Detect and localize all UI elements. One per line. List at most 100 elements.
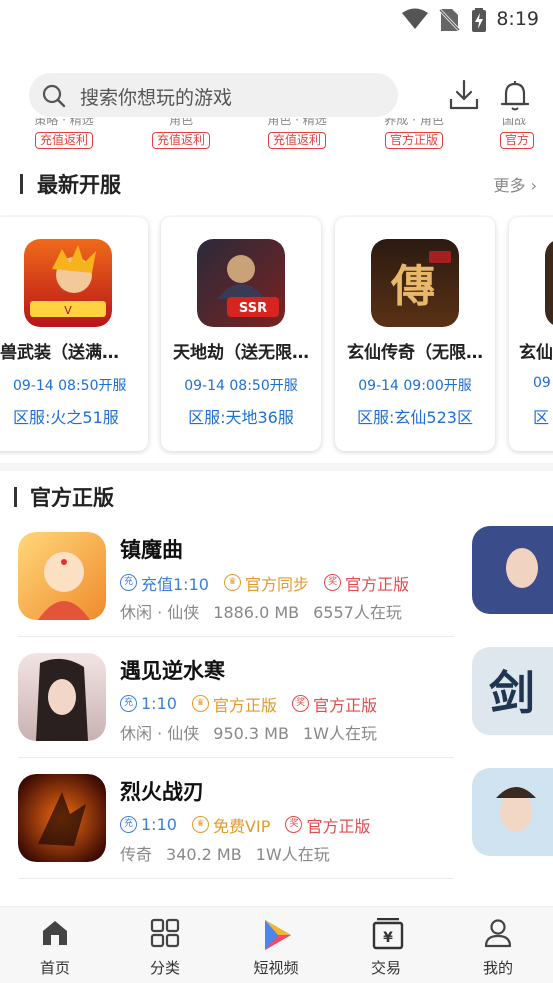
svg-text:傳: 傳	[390, 261, 435, 312]
crown-icon: ♛	[224, 574, 242, 591]
tab-profile[interactable]: 我的	[443, 907, 553, 983]
download-icon[interactable]	[446, 77, 482, 113]
game-tags: 充 1:10 ♛ 免费VIP 奖官方正版	[120, 811, 380, 837]
svg-text:SSR: SSR	[239, 301, 267, 316]
section-marker	[20, 174, 23, 194]
promo-tag: 充值返利	[34, 132, 93, 149]
game-row[interactable]: 遇见逆水寒 充 1:10 ♛ 官方正版 奖官方正版 休闲 · 仙侠 950.3 MB 1…	[0, 647, 460, 768]
game-icon-peek[interactable]: 剑	[472, 647, 553, 735]
game-row[interactable]: 镇魔曲 充充值1:10 ♛ 官方同步 奖官方正版 休闲 · 仙侠 1886.0 MB…	[0, 526, 460, 647]
game-title: 烈火战刃	[120, 780, 204, 804]
tab-label: 首页	[39, 959, 70, 977]
official-tag: 奖官方正版	[285, 813, 370, 837]
server-name: 区	[533, 408, 550, 427]
game-meta: 休闲 · 仙侠 1886.0 MB 6557人在玩	[120, 599, 416, 623]
game-icon-legend: 傳	[371, 239, 459, 327]
game-tags: 充 1:10 ♛ 官方正版 奖官方正版	[120, 690, 387, 716]
card-title: 天地劫（送无限…	[173, 343, 309, 363]
section-title: 最新开服	[37, 173, 121, 197]
open-time: 09-14 08:50开服	[13, 378, 127, 394]
game-icon-tiandi: SSR	[197, 239, 285, 327]
crown-icon: ♛	[192, 816, 210, 833]
game-icon-zhenmoqu	[18, 532, 106, 620]
game-icon-peek[interactable]	[472, 526, 553, 614]
search-input[interactable]: 搜索你想玩的游戏	[29, 73, 398, 117]
recharge-icon: 充	[120, 695, 137, 712]
game-meta: 休闲 · 仙侠 950.3 MB 1W人在玩	[120, 720, 391, 744]
open-time: 09	[533, 375, 551, 391]
game-icon-peek[interactable]	[472, 768, 553, 856]
svg-text:V: V	[64, 304, 72, 317]
tab-label: 短视频	[253, 959, 299, 977]
tab-category[interactable]: 分类	[110, 907, 220, 983]
game-icon-nishuihan	[18, 653, 106, 741]
card-title: 兽武装（送满…	[0, 343, 119, 363]
crown-icon: ♛	[192, 695, 210, 712]
server-card[interactable]: V 兽武装（送满… 09-14 08:50开服 区服:火之51服	[0, 217, 148, 451]
profile-icon	[484, 919, 512, 948]
grid-icon	[150, 918, 180, 948]
section-marker	[14, 487, 17, 507]
row-divider	[18, 757, 454, 758]
server-card[interactable]: SSR 天地劫（送无限… 09-14 08:50开服 区服:天地36服	[161, 217, 321, 451]
genre: 传奇	[120, 845, 153, 864]
new-server-carousel[interactable]: V 兽武装（送满… 09-14 08:50开服 区服:火之51服 SSR 天地劫…	[0, 215, 553, 455]
home-icon	[43, 921, 67, 945]
tag-cell[interactable]: 国战 官方	[486, 118, 553, 149]
server-card[interactable]: 傳 玄仙传奇（无限… 09-14 09:00开服 区服:玄仙523区	[335, 217, 495, 451]
game-tags: 充充值1:10 ♛ 官方同步 奖官方正版	[120, 569, 419, 595]
file-size: 340.2 MB	[166, 845, 242, 864]
server-name: 区服:火之51服	[13, 408, 119, 427]
wifi-icon	[402, 8, 428, 29]
game-meta: 传奇 340.2 MB 1W人在玩	[120, 841, 344, 865]
bell-icon[interactable]	[497, 77, 533, 113]
player-count: 6557人在玩	[313, 603, 402, 622]
promo-tag: 官方	[500, 132, 535, 149]
crown-tag: ♛ 官方正版	[192, 692, 277, 716]
award-icon: 奖	[292, 695, 310, 712]
search-placeholder: 搜索你想玩的游戏	[80, 87, 233, 109]
game-icon-peek	[545, 241, 553, 325]
server-card[interactable]: 玄仙 09 区	[509, 217, 553, 451]
row-divider	[18, 878, 454, 879]
tag-cell[interactable]: 角色 充值返利	[136, 118, 226, 149]
tag-cell[interactable]: 角色 · 精选 充值返利	[252, 118, 342, 149]
battery-charging-icon	[472, 8, 486, 32]
card-title: 玄仙	[519, 343, 553, 363]
no-sim-icon	[438, 8, 460, 32]
recharge-icon: 充	[120, 816, 137, 833]
tab-short-video[interactable]: 短视频	[221, 907, 331, 983]
game-title: 镇魔曲	[120, 538, 183, 562]
promo-tag: 充值返利	[151, 132, 210, 149]
chevron-right-icon: ›	[530, 176, 537, 195]
more-link[interactable]: 更多 ›	[493, 172, 537, 196]
game-icon-liehuo	[18, 774, 106, 862]
scrolled-game-tags: 策略 · 精选 充值返利 角色 充值返利 角色 · 精选 充值返利 养成 · 角…	[0, 118, 553, 158]
game-row[interactable]: 烈火战刃 充 1:10 ♛ 免费VIP 奖官方正版 传奇 340.2 MB 1W人在玩	[0, 768, 460, 889]
tab-trade[interactable]: ¥ 交易	[331, 907, 441, 983]
official-header: 官方正版	[0, 481, 553, 511]
server-name: 区服:天地36服	[188, 408, 294, 427]
file-size: 950.3 MB	[213, 724, 289, 743]
tab-home[interactable]: 首页	[0, 907, 110, 983]
card-title: 玄仙传奇（无限…	[347, 343, 483, 363]
tab-label: 分类	[149, 959, 180, 977]
tag-cell[interactable]: 养成 · 角色 官方正版	[369, 118, 459, 149]
official-tag: 奖官方正版	[324, 571, 409, 595]
section-title: 官方正版	[30, 486, 114, 510]
file-size: 1886.0 MB	[213, 603, 300, 622]
new-servers-header: 最新开服 更多 ›	[0, 168, 553, 198]
tag-cell[interactable]: 策略 · 精选 充值返利	[19, 118, 109, 149]
promo-tag: 充值返利	[267, 132, 326, 149]
tab-label: 我的	[482, 959, 513, 977]
recharge-icon: 充	[120, 574, 137, 591]
promo-tag: 官方正版	[384, 132, 443, 149]
tab-label: 交易	[370, 959, 401, 977]
clock: 8:19	[496, 8, 539, 30]
genre: 休闲 · 仙侠	[120, 603, 200, 622]
official-tag: 奖官方正版	[292, 692, 377, 716]
recharge-tag: 充 1:10	[120, 694, 177, 713]
open-time: 09-14 08:50开服	[184, 378, 298, 394]
play-icon	[265, 920, 291, 950]
row-divider	[18, 636, 454, 637]
